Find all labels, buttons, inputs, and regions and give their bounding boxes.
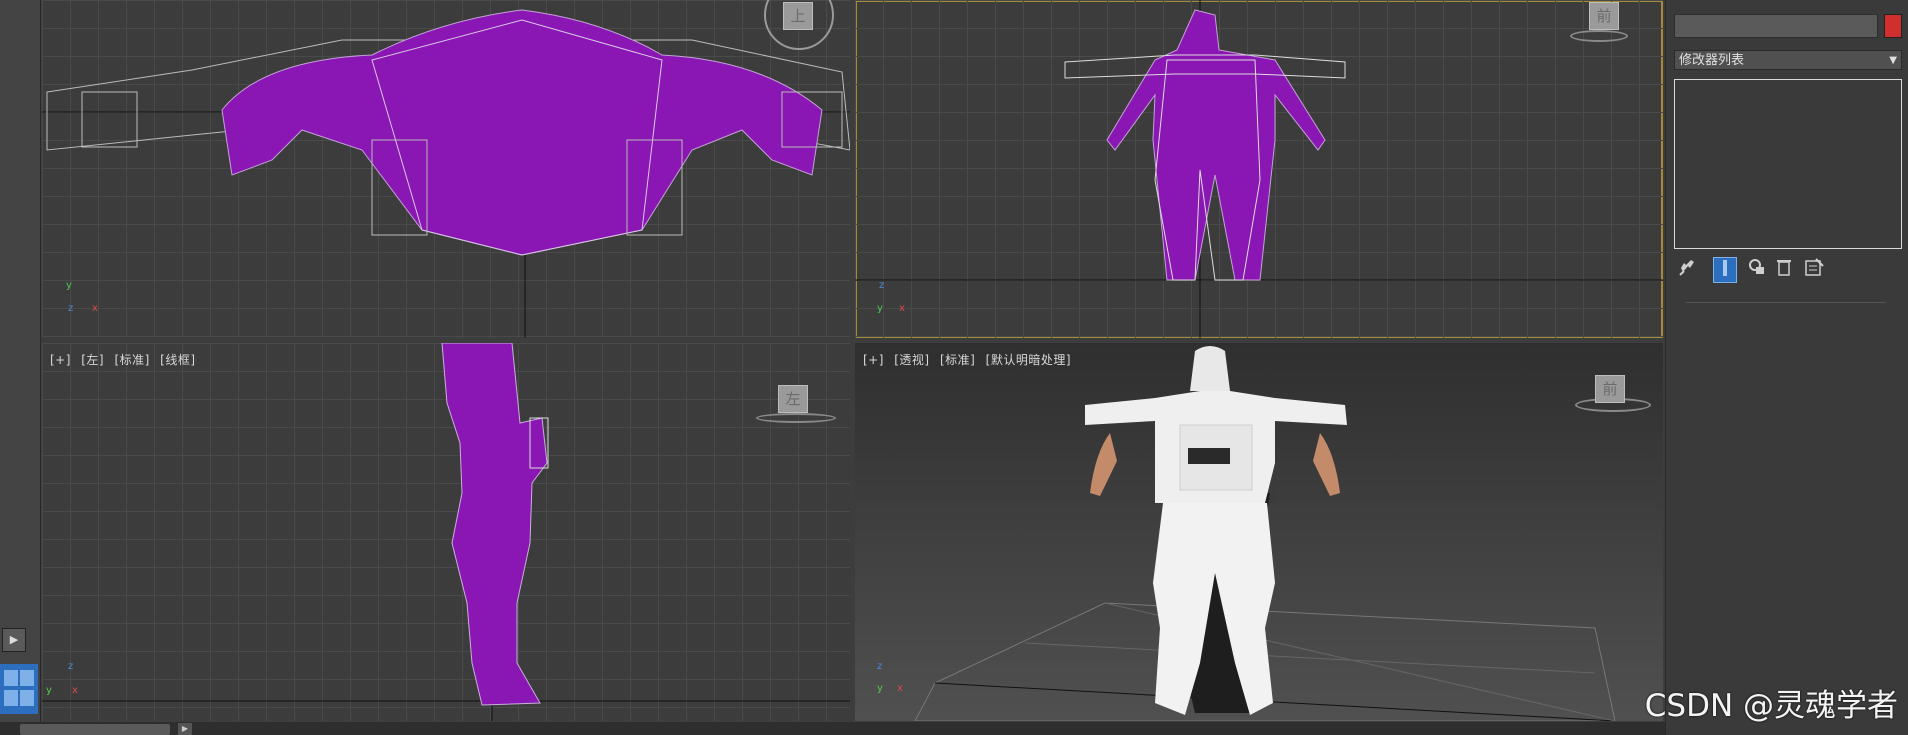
csdn-watermark: CSDN @灵魂学者: [1644, 688, 1898, 724]
axis-y-label: y: [66, 280, 72, 291]
axis-x-label: x: [899, 303, 905, 314]
viewcube[interactable]: 上: [783, 2, 813, 30]
modifier-list-label: 修改器列表: [1679, 53, 1745, 68]
viewcube-ring[interactable]: [1570, 30, 1628, 42]
show-end-result-icon[interactable]: [1713, 257, 1737, 283]
viewport-perspective[interactable]: [+] [透视] [标准] [默认明暗处理] 前 z y x: [855, 343, 1663, 721]
viewport-front[interactable]: 前 z x y: [855, 0, 1663, 338]
axis-y-label: y: [46, 685, 52, 696]
viewport-layout-icon[interactable]: [0, 664, 38, 714]
modifier-stack[interactable]: [1674, 79, 1902, 249]
top-view-model-wireframe: [42, 9, 850, 338]
remove-modifier-icon[interactable]: [1773, 257, 1795, 281]
time-slider-next-icon[interactable]: ▶: [178, 723, 192, 735]
chevron-down-icon: ▼: [1889, 55, 1897, 66]
axis-x-label: x: [72, 685, 78, 696]
axis-x-label: x: [92, 303, 98, 314]
axis-y-label: y: [877, 303, 883, 314]
command-panel: 修改器列表 ▼: [1665, 0, 1908, 735]
modifier-list-dropdown[interactable]: 修改器列表 ▼: [1674, 50, 1902, 70]
left-toolbar-strip: ▶: [0, 0, 41, 735]
axis-z-label: z: [877, 661, 883, 672]
left-view-model-wireframe: [42, 343, 850, 721]
axis-x-label: x: [897, 683, 903, 694]
make-unique-icon[interactable]: [1746, 257, 1768, 281]
expand-arrow-button[interactable]: ▶: [2, 628, 26, 652]
viewport-top[interactable]: 上 y z x: [42, 0, 850, 338]
time-slider-bar[interactable]: ▶: [0, 722, 1665, 735]
axis-y-label: y: [877, 683, 883, 694]
viewcube[interactable]: 左: [778, 385, 808, 413]
object-name-field[interactable]: [1674, 14, 1878, 38]
perspective-model-shaded: [1085, 346, 1347, 715]
front-view-model-wireframe: [855, 0, 1663, 338]
viewport-left[interactable]: [+] [左] [标准] [线框] 左 z y x: [42, 343, 850, 721]
viewcube[interactable]: 前: [1595, 375, 1625, 403]
axis-z-label: z: [68, 661, 74, 672]
panel-divider: [1686, 302, 1886, 303]
viewcube[interactable]: 前: [1589, 2, 1619, 30]
viewcube-ring[interactable]: [756, 413, 836, 423]
time-slider-thumb[interactable]: [20, 724, 170, 735]
pin-stack-icon[interactable]: [1676, 257, 1698, 281]
object-color-swatch[interactable]: [1884, 14, 1902, 38]
configure-sets-icon[interactable]: [1803, 257, 1825, 281]
axis-z-label: z: [879, 280, 885, 291]
axis-z-label: z: [68, 303, 74, 314]
